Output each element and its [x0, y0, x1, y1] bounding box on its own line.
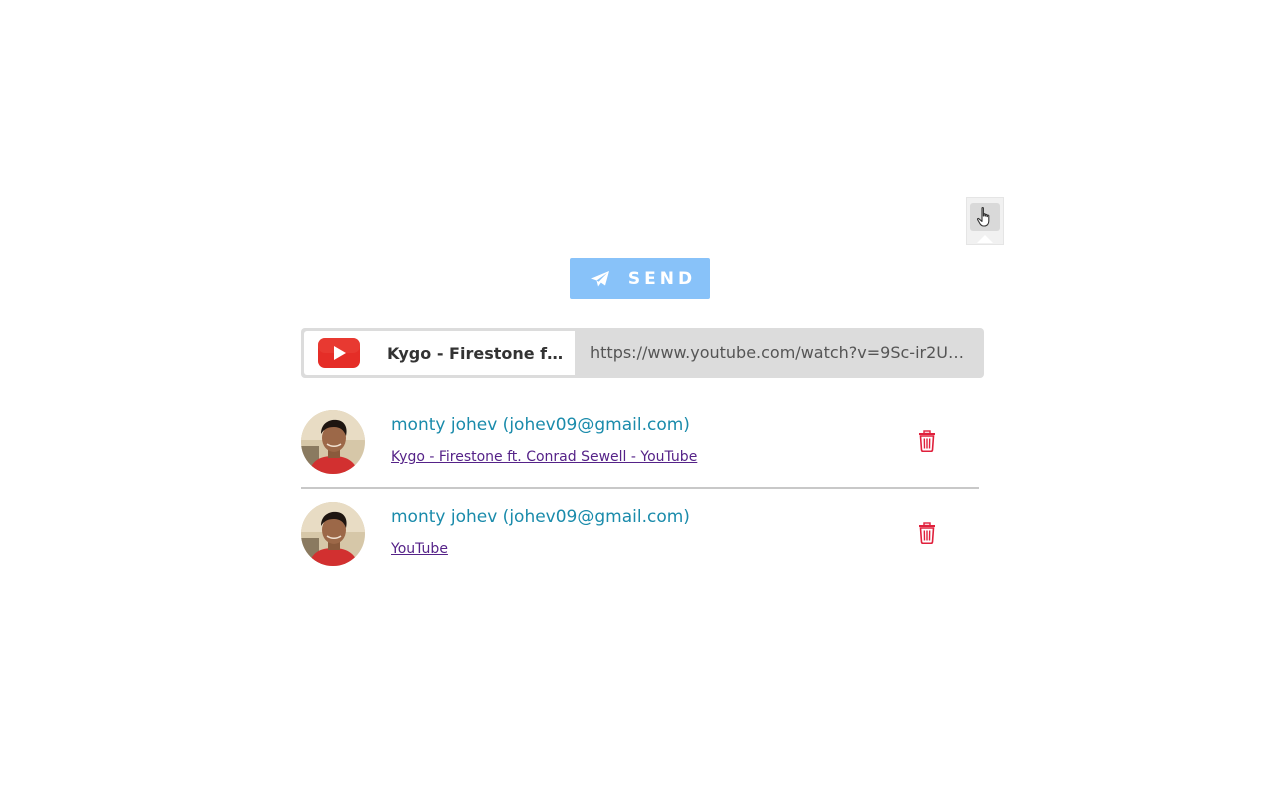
send-button-label: SEND: [627, 268, 697, 289]
link-preview-title-box: Kygo - Firestone ft. Conrad Sewell - You…: [304, 331, 575, 375]
youtube-icon: [318, 338, 360, 368]
link-preview-url: https://www.youtube.com/watch?v=9Sc-ir2U…: [590, 343, 968, 362]
list-item: monty johev (johev09@gmail.com) YouTube: [301, 492, 979, 580]
paper-plane-icon: [590, 270, 610, 288]
user-avatar: [301, 502, 365, 566]
link-preview-title: Kygo - Firestone ft. Conrad Sewell - You…: [387, 344, 567, 363]
send-button[interactable]: SEND: [570, 258, 710, 299]
extension-popup-notch: [977, 235, 993, 243]
hand-pointer-icon: [976, 206, 990, 227]
shared-link[interactable]: YouTube: [391, 541, 448, 557]
popup-page: SEND Kygo - Firestone ft. Conrad Sewell …: [0, 0, 1280, 800]
extension-button[interactable]: [970, 203, 1000, 231]
user-avatar: [301, 410, 365, 474]
trash-icon[interactable]: [917, 430, 937, 452]
trash-icon[interactable]: [917, 522, 937, 544]
link-preview: Kygo - Firestone ft. Conrad Sewell - You…: [301, 328, 984, 378]
sender-name: monty johev (johev09@gmail.com): [391, 507, 690, 527]
extension-toolbar: [966, 197, 1004, 247]
sender-name: monty johev (johev09@gmail.com): [391, 415, 690, 435]
history-list: monty johev (johev09@gmail.com) Kygo - F…: [301, 400, 979, 580]
list-item: monty johev (johev09@gmail.com) Kygo - F…: [301, 400, 979, 489]
shared-link[interactable]: Kygo - Firestone ft. Conrad Sewell - You…: [391, 449, 697, 465]
